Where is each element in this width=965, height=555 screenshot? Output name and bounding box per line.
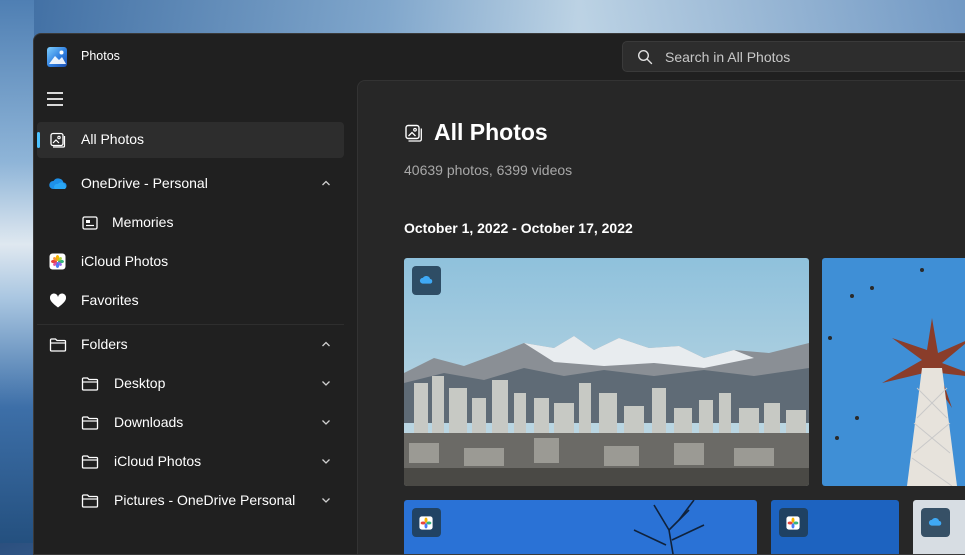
sidebar-item-label: All Photos xyxy=(81,131,145,147)
icloud-photos-icon xyxy=(786,516,800,530)
tree-sky-image xyxy=(404,500,757,554)
photo-thumbnail-tree-sky[interactable] xyxy=(404,500,757,554)
memories-icon xyxy=(82,216,98,230)
sidebar-item-label: Desktop xyxy=(114,375,166,391)
sidebar-item-pictures-onedrive[interactable]: Pictures - OneDrive Personal xyxy=(37,483,344,519)
photo-icon xyxy=(50,132,66,148)
hamburger-menu-icon[interactable] xyxy=(47,92,67,108)
photo-icon xyxy=(405,124,422,142)
sidebar-item-label: Memories xyxy=(112,214,174,230)
search-icon xyxy=(637,49,653,65)
photo-thumbnail-sky[interactable] xyxy=(771,500,899,554)
active-indicator xyxy=(37,132,40,148)
chevron-down-icon[interactable] xyxy=(320,494,332,506)
sidebar-item-icloud-photos-folder[interactable]: iCloud Photos xyxy=(37,444,344,480)
search-input[interactable] xyxy=(665,42,955,71)
sidebar-item-icloud-photos[interactable]: iCloud Photos xyxy=(37,244,344,280)
photo-thumbnail-swing-ride[interactable] xyxy=(822,258,965,486)
sidebar-item-label: Favorites xyxy=(81,292,139,308)
chevron-down-icon[interactable] xyxy=(320,416,332,428)
sidebar-item-label: OneDrive - Personal xyxy=(81,175,208,191)
icloud-badge xyxy=(412,508,441,537)
swing-ride-image xyxy=(822,258,965,486)
sidebar-item-label: Downloads xyxy=(114,414,184,430)
sidebar-item-memories[interactable]: Memories xyxy=(37,205,344,241)
onedrive-cloud-icon xyxy=(419,275,433,284)
onedrive-cloud-icon xyxy=(49,178,67,189)
divider xyxy=(37,324,344,325)
photos-app-icon xyxy=(47,47,67,67)
photo-thumbnail-light[interactable] xyxy=(913,500,965,554)
icloud-photos-icon xyxy=(419,516,433,530)
photo-thumbnail-city-skyline[interactable] xyxy=(404,258,809,486)
folder-icon xyxy=(49,338,67,352)
city-skyline-image xyxy=(404,258,809,486)
sidebar-item-desktop[interactable]: Desktop xyxy=(37,366,344,402)
sidebar-item-label: Folders xyxy=(81,336,128,352)
date-group-header: October 1, 2022 - October 17, 2022 xyxy=(404,220,633,236)
icloud-badge xyxy=(779,508,808,537)
desktop-wallpaper-edge xyxy=(0,0,34,543)
chevron-down-icon[interactable] xyxy=(320,455,332,467)
folder-icon xyxy=(81,416,99,430)
search-box[interactable] xyxy=(622,41,965,72)
app-title: Photos xyxy=(81,49,120,63)
onedrive-badge xyxy=(412,266,441,295)
sidebar-item-folders[interactable]: Folders xyxy=(37,327,344,363)
folder-icon xyxy=(81,494,99,508)
title-bar: Photos xyxy=(34,34,965,80)
folder-icon xyxy=(81,455,99,469)
sidebar-item-label: iCloud Photos xyxy=(81,253,169,269)
chevron-up-icon[interactable] xyxy=(320,338,332,350)
sidebar-item-all-photos[interactable]: All Photos xyxy=(37,122,344,158)
page-title: All Photos xyxy=(434,119,548,145)
onedrive-badge xyxy=(921,508,950,537)
sidebar-item-downloads[interactable]: Downloads xyxy=(37,405,344,441)
sidebar-item-label: iCloud Photos xyxy=(114,453,202,469)
sidebar-item-favorites[interactable]: Favorites xyxy=(37,283,344,319)
photos-app-window: Photos All Photos xyxy=(33,33,965,555)
photo-count: 40639 photos, 6399 videos xyxy=(404,162,573,178)
content-area: All Photos 40639 photos, 6399 videos Oct… xyxy=(357,80,965,554)
chevron-up-icon[interactable] xyxy=(320,177,332,189)
chevron-down-icon[interactable] xyxy=(320,377,332,389)
heart-icon xyxy=(49,293,67,308)
sidebar: All Photos OneDrive - Personal Memories xyxy=(34,80,357,554)
onedrive-cloud-icon xyxy=(928,517,942,526)
sidebar-item-onedrive[interactable]: OneDrive - Personal xyxy=(37,166,344,202)
icloud-photos-icon xyxy=(49,253,66,270)
sidebar-item-label: Pictures - OneDrive Personal xyxy=(114,492,296,508)
folder-icon xyxy=(81,377,99,391)
